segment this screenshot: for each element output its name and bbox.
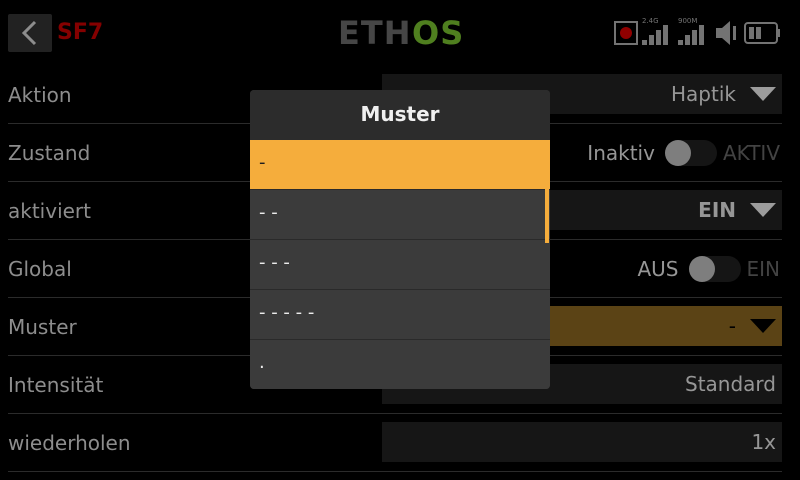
muster-popup: Muster - - - - - - - - - - - . bbox=[250, 90, 550, 389]
popup-option[interactable]: - bbox=[250, 140, 550, 190]
popup-title: Muster bbox=[250, 90, 550, 140]
popup-scrollbar[interactable] bbox=[545, 140, 549, 243]
popup-option[interactable]: - - bbox=[250, 189, 550, 239]
popup-option[interactable]: - - - - - bbox=[250, 289, 550, 339]
popup-option[interactable]: . bbox=[250, 339, 550, 389]
popup-option[interactable]: - - - bbox=[250, 239, 550, 289]
